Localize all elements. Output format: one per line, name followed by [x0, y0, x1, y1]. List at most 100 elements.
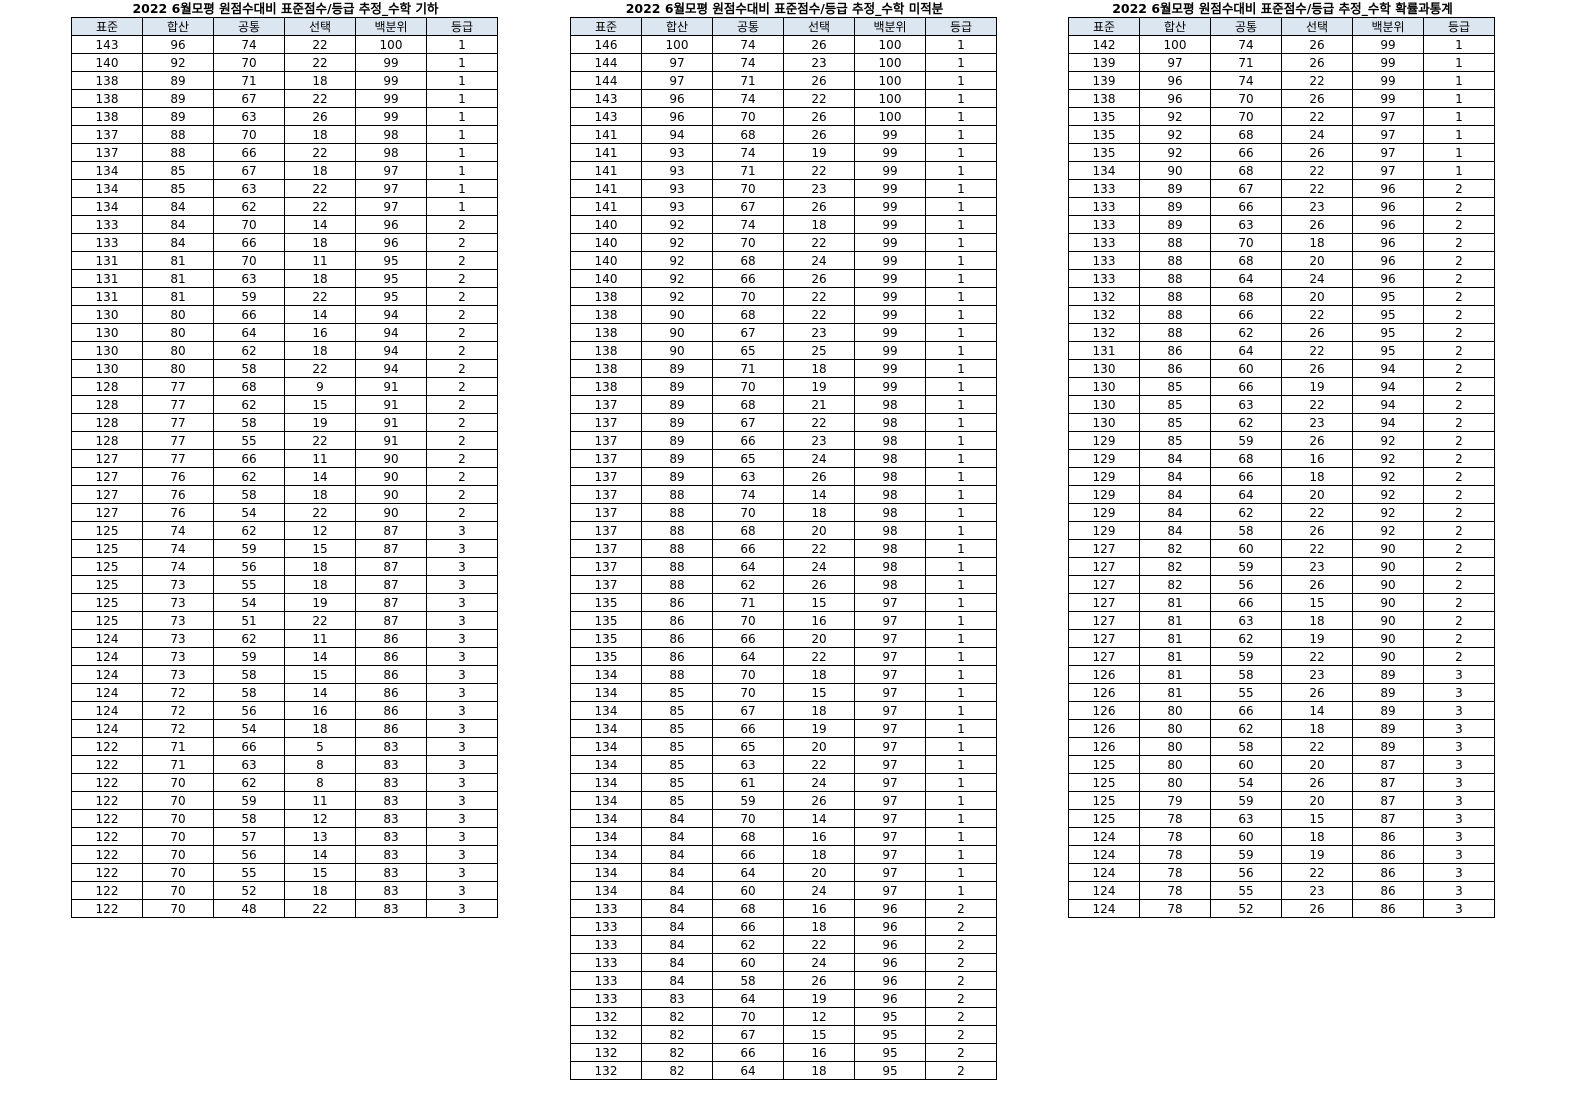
- cell-sum: 79: [1139, 791, 1211, 810]
- table-row: 146 100 74 26 100 1: [570, 35, 997, 54]
- table-block-geometry: 2022 6월모평 원점수대비 표준점수/등급 추정_수학 기하 표준 합산 공통 선…: [71, 0, 500, 918]
- cell-standard: 146: [570, 35, 642, 54]
- cell-percentile: 98: [854, 449, 926, 468]
- cell-elective: 15: [783, 593, 855, 612]
- table-row: 134 84 64 20 97 1: [570, 863, 997, 882]
- cell-common: 63: [1210, 809, 1282, 828]
- cell-sum: 73: [142, 629, 214, 648]
- cell-grade: 2: [1423, 413, 1495, 432]
- cell-percentile: 86: [1352, 827, 1424, 846]
- cell-common: 56: [213, 701, 285, 720]
- cell-elective: 19: [284, 413, 356, 432]
- cell-elective: 18: [783, 845, 855, 864]
- cell-elective: 18: [284, 233, 356, 252]
- cell-common: 59: [712, 791, 784, 810]
- cell-percentile: 99: [1352, 71, 1424, 90]
- cell-elective: 23: [783, 323, 855, 342]
- cell-percentile: 97: [1352, 143, 1424, 162]
- cell-sum: 88: [1139, 233, 1211, 252]
- table-row: 122 70 62 8 83 3: [71, 773, 498, 792]
- cell-standard: 140: [570, 215, 642, 234]
- cell-standard: 133: [71, 215, 143, 234]
- cell-grade: 2: [1423, 359, 1495, 378]
- cell-elective: 18: [284, 125, 356, 144]
- cell-percentile: 83: [355, 755, 427, 774]
- cell-standard: 122: [71, 899, 143, 918]
- cell-standard: 132: [1068, 305, 1140, 324]
- cell-percentile: 90: [355, 449, 427, 468]
- cell-standard: 143: [71, 35, 143, 54]
- cell-percentile: 97: [854, 701, 926, 720]
- cell-percentile: 97: [355, 197, 427, 216]
- cell-grade: 1: [925, 539, 997, 558]
- cell-common: 62: [213, 467, 285, 486]
- cell-grade: 3: [1423, 827, 1495, 846]
- cell-elective: 26: [1281, 323, 1353, 342]
- cell-standard: 134: [570, 683, 642, 702]
- cell-elective: 15: [1281, 593, 1353, 612]
- cell-percentile: 96: [854, 899, 926, 918]
- cell-standard: 138: [570, 305, 642, 324]
- cell-grade: 2: [1423, 431, 1495, 450]
- cell-standard: 125: [1068, 791, 1140, 810]
- table-row: 133 88 68 20 96 2: [1068, 251, 1495, 270]
- cell-grade: 3: [426, 719, 498, 738]
- cell-sum: 77: [142, 431, 214, 450]
- cell-sum: 84: [641, 917, 713, 936]
- table-row: 134 84 62 22 97 1: [71, 197, 498, 216]
- cell-elective: 18: [783, 1061, 855, 1080]
- cell-percentile: 97: [1352, 125, 1424, 144]
- cell-elective: 22: [783, 89, 855, 108]
- cell-elective: 22: [1281, 305, 1353, 324]
- cell-percentile: 96: [854, 989, 926, 1008]
- cell-elective: 11: [284, 629, 356, 648]
- cell-percentile: 99: [854, 161, 926, 180]
- cell-elective: 14: [1281, 701, 1353, 720]
- cell-common: 64: [712, 647, 784, 666]
- cell-standard: 140: [570, 269, 642, 288]
- cell-percentile: 96: [1352, 215, 1424, 234]
- cell-common: 66: [712, 719, 784, 738]
- cell-standard: 134: [570, 701, 642, 720]
- cell-standard: 127: [71, 485, 143, 504]
- cell-grade: 1: [925, 593, 997, 612]
- cell-standard: 122: [71, 845, 143, 864]
- cell-percentile: 97: [854, 629, 926, 648]
- cell-common: 54: [213, 593, 285, 612]
- cell-elective: 14: [284, 683, 356, 702]
- cell-elective: 22: [1281, 863, 1353, 882]
- cell-common: 70: [712, 233, 784, 252]
- cell-elective: 26: [1281, 215, 1353, 234]
- cell-common: 64: [213, 323, 285, 342]
- cell-elective: 23: [783, 53, 855, 72]
- table-row: 130 80 66 14 94 2: [71, 305, 498, 324]
- cell-grade: 2: [426, 467, 498, 486]
- table-row: 132 82 67 15 95 2: [570, 1025, 997, 1044]
- cell-standard: 143: [570, 89, 642, 108]
- cell-sum: 78: [1139, 845, 1211, 864]
- cell-sum: 82: [1139, 539, 1211, 558]
- cell-sum: 85: [142, 161, 214, 180]
- table-row: 137 88 64 24 98 1: [570, 557, 997, 576]
- cell-common: 70: [213, 53, 285, 72]
- cell-percentile: 99: [854, 305, 926, 324]
- header-common: 공통: [712, 17, 784, 36]
- cell-grade: 1: [426, 125, 498, 144]
- table-row: 137 88 62 26 98 1: [570, 575, 997, 594]
- cell-percentile: 90: [1352, 629, 1424, 648]
- cell-grade: 3: [426, 899, 498, 918]
- cell-sum: 70: [142, 773, 214, 792]
- cell-percentile: 86: [355, 701, 427, 720]
- cell-common: 74: [712, 53, 784, 72]
- cell-standard: 133: [570, 935, 642, 954]
- cell-elective: 26: [1281, 431, 1353, 450]
- cell-elective: 18: [783, 503, 855, 522]
- cell-percentile: 90: [355, 467, 427, 486]
- cell-standard: 132: [1068, 323, 1140, 342]
- cell-grade: 1: [426, 71, 498, 90]
- table-row: 138 92 70 22 99 1: [570, 287, 997, 306]
- cell-common: 66: [213, 449, 285, 468]
- cell-common: 66: [712, 1043, 784, 1062]
- cell-elective: 22: [284, 899, 356, 918]
- table-row: 124 73 58 15 86 3: [71, 665, 498, 684]
